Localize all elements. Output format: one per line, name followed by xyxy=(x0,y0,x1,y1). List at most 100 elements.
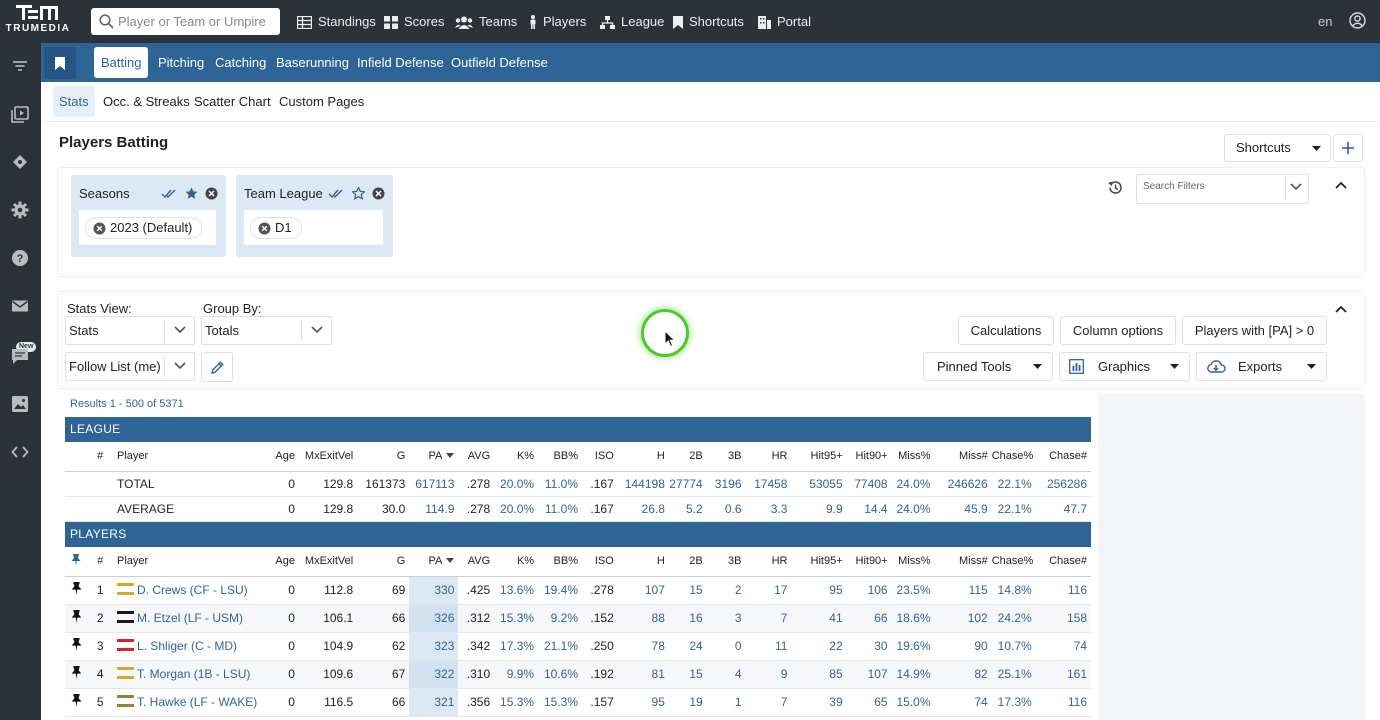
search-input[interactable] xyxy=(118,11,274,32)
column-header[interactable]: Miss% xyxy=(891,547,935,577)
player-link[interactable]: T. Hawke (LF - WAKE) xyxy=(137,695,257,709)
column-header[interactable]: H xyxy=(617,442,669,472)
history-reset-icon[interactable] xyxy=(1107,180,1123,195)
column-header[interactable]: G xyxy=(357,547,410,577)
help-icon[interactable]: ? xyxy=(11,249,29,267)
column-header[interactable]: Player xyxy=(113,442,265,472)
nav-teams[interactable]: Teams xyxy=(455,14,517,30)
image-gallery-icon[interactable] xyxy=(11,395,29,413)
tab-batting[interactable]: Batting xyxy=(94,47,149,78)
player-link[interactable]: M. Etzel (LF - USM) xyxy=(137,611,243,625)
table-row[interactable]: 3 L. Shliger (C - MD) 0 104.9 62 323.342 17.3%… xyxy=(65,632,1091,661)
player-link[interactable]: T. Morgan (1B - LSU) xyxy=(137,667,250,681)
player-name-cell[interactable]: T. Morgan (1B - LSU) xyxy=(113,660,265,689)
column-header[interactable]: Age xyxy=(264,547,299,577)
nav-portal[interactable]: Portal xyxy=(758,14,811,30)
tab-baserunning[interactable]: Baserunning xyxy=(269,47,356,78)
nav-shortcuts[interactable]: Shortcuts xyxy=(673,14,744,30)
pin-cell[interactable] xyxy=(65,688,88,717)
chip-remove-icon[interactable] xyxy=(258,222,271,235)
video-library-icon[interactable] xyxy=(11,105,29,123)
column-header[interactable]: Miss% xyxy=(891,442,935,472)
table-row[interactable]: 2 M. Etzel (LF - USM) 0 106.1 66 326.312 15.3%… xyxy=(65,604,1091,633)
search-filters-select[interactable] xyxy=(1136,174,1309,204)
add-shortcut-button[interactable] xyxy=(1333,134,1363,162)
pin-icon[interactable] xyxy=(71,638,82,651)
nav-scores[interactable]: Scores xyxy=(384,14,444,30)
graphics-dropdown[interactable]: Graphics xyxy=(1059,352,1190,381)
player-name-cell[interactable]: T. Hawke (LF - WAKE) xyxy=(113,688,265,717)
group-by-select[interactable]: Totals xyxy=(201,316,332,345)
pin-icon[interactable] xyxy=(71,610,82,623)
bookmark-page-button[interactable] xyxy=(44,47,76,79)
column-header[interactable]: Hit95+ xyxy=(791,547,847,577)
pin-icon[interactable] xyxy=(71,582,82,595)
player-name-cell[interactable]: M. Etzel (LF - USM) xyxy=(113,604,265,633)
column-header[interactable]: K% xyxy=(494,442,539,472)
column-header[interactable]: Miss# xyxy=(934,547,992,577)
tab-pitching[interactable]: Pitching xyxy=(151,47,211,78)
column-header[interactable]: Hit90+ xyxy=(846,547,892,577)
table-row[interactable]: 4 T. Morgan (1B - LSU) 0 109.6 67 322.310 9.9%… xyxy=(65,660,1091,689)
column-header[interactable]: Chase% xyxy=(991,547,1036,577)
column-options-button[interactable]: Column options xyxy=(1060,316,1176,345)
calculations-button[interactable]: Calculations xyxy=(958,316,1054,345)
double-check-icon[interactable] xyxy=(161,188,177,200)
pin-cell[interactable] xyxy=(65,632,88,661)
tab-infield-defense[interactable]: Infield Defense xyxy=(350,47,451,78)
players-with-filter-button[interactable]: Players with [PA] > 0 xyxy=(1182,316,1327,345)
column-header[interactable]: BB% xyxy=(538,547,583,577)
search-filters-input[interactable] xyxy=(1143,181,1283,192)
filter-value-box[interactable]: D1 xyxy=(244,210,383,245)
user-account-icon[interactable] xyxy=(1349,12,1366,29)
chevron-down-icon[interactable] xyxy=(1290,183,1302,191)
trumedia-logo[interactable]: TRUMEDIA xyxy=(0,2,76,40)
pinned-tools-dropdown[interactable]: Pinned Tools xyxy=(923,352,1053,381)
gear-icon[interactable] xyxy=(11,201,29,219)
pin-column-header[interactable] xyxy=(65,547,88,577)
column-header[interactable]: AVG xyxy=(458,442,495,472)
follow-list-select[interactable]: Follow List (me) xyxy=(65,352,195,381)
player-link[interactable]: D. Crews (CF - LSU) xyxy=(137,583,248,597)
column-header[interactable]: Age xyxy=(264,442,299,472)
table-row[interactable]: 1 D. Crews (CF - LSU) 0 112.8 69 330.425 13.6%… xyxy=(65,576,1091,605)
pin-cell[interactable] xyxy=(65,576,88,605)
column-header[interactable]: Miss# xyxy=(934,442,992,472)
mail-icon[interactable] xyxy=(11,297,29,315)
column-header[interactable]: Player xyxy=(113,547,265,577)
filter-chip-league[interactable]: D1 xyxy=(250,217,302,239)
baseball-field-icon[interactable] xyxy=(11,153,29,171)
double-check-icon[interactable] xyxy=(328,188,344,200)
column-header[interactable]: # xyxy=(87,547,114,577)
language-selector[interactable]: en xyxy=(1318,14,1332,29)
filter-lines-icon[interactable] xyxy=(11,57,29,75)
column-header[interactable]: Chase% xyxy=(991,442,1036,472)
column-header[interactable]: # xyxy=(87,442,114,472)
column-header[interactable]: K% xyxy=(494,547,539,577)
column-header[interactable]: G xyxy=(357,442,410,472)
column-header[interactable]: H xyxy=(617,547,669,577)
column-header[interactable]: HR xyxy=(745,547,792,577)
column-header[interactable]: BB% xyxy=(538,442,583,472)
column-header[interactable]: HR xyxy=(745,442,792,472)
tab-catching[interactable]: Catching xyxy=(208,47,273,78)
pin-icon[interactable] xyxy=(71,694,82,707)
pin-cell[interactable] xyxy=(65,660,88,689)
table-row[interactable]: 5 T. Hawke (LF - WAKE) 0 116.5 66 321.356 15.3… xyxy=(65,688,1091,717)
column-header[interactable]: Chase# xyxy=(1035,442,1091,472)
column-header[interactable]: Chase# xyxy=(1035,547,1091,577)
player-name-cell[interactable]: D. Crews (CF - LSU) xyxy=(113,576,265,605)
stats-view-select[interactable]: Stats xyxy=(65,316,195,345)
star-outline-icon[interactable] xyxy=(350,186,366,201)
pin-icon[interactable] xyxy=(71,666,82,679)
edit-follow-list-button[interactable] xyxy=(201,352,233,382)
column-header[interactable]: Hit95+ xyxy=(791,442,847,472)
chat-icon[interactable] xyxy=(11,347,29,365)
collapse-controls-chevron-icon[interactable] xyxy=(1335,305,1347,313)
column-header[interactable]: AVG xyxy=(458,547,495,577)
column-header[interactable]: 2B xyxy=(668,442,707,472)
subtab-scatter-chart[interactable]: Scatter Chart xyxy=(188,86,277,117)
column-header[interactable]: Hit90+ xyxy=(846,442,892,472)
star-filled-icon[interactable] xyxy=(185,187,198,200)
column-header-pa[interactable]: PA xyxy=(409,442,459,472)
